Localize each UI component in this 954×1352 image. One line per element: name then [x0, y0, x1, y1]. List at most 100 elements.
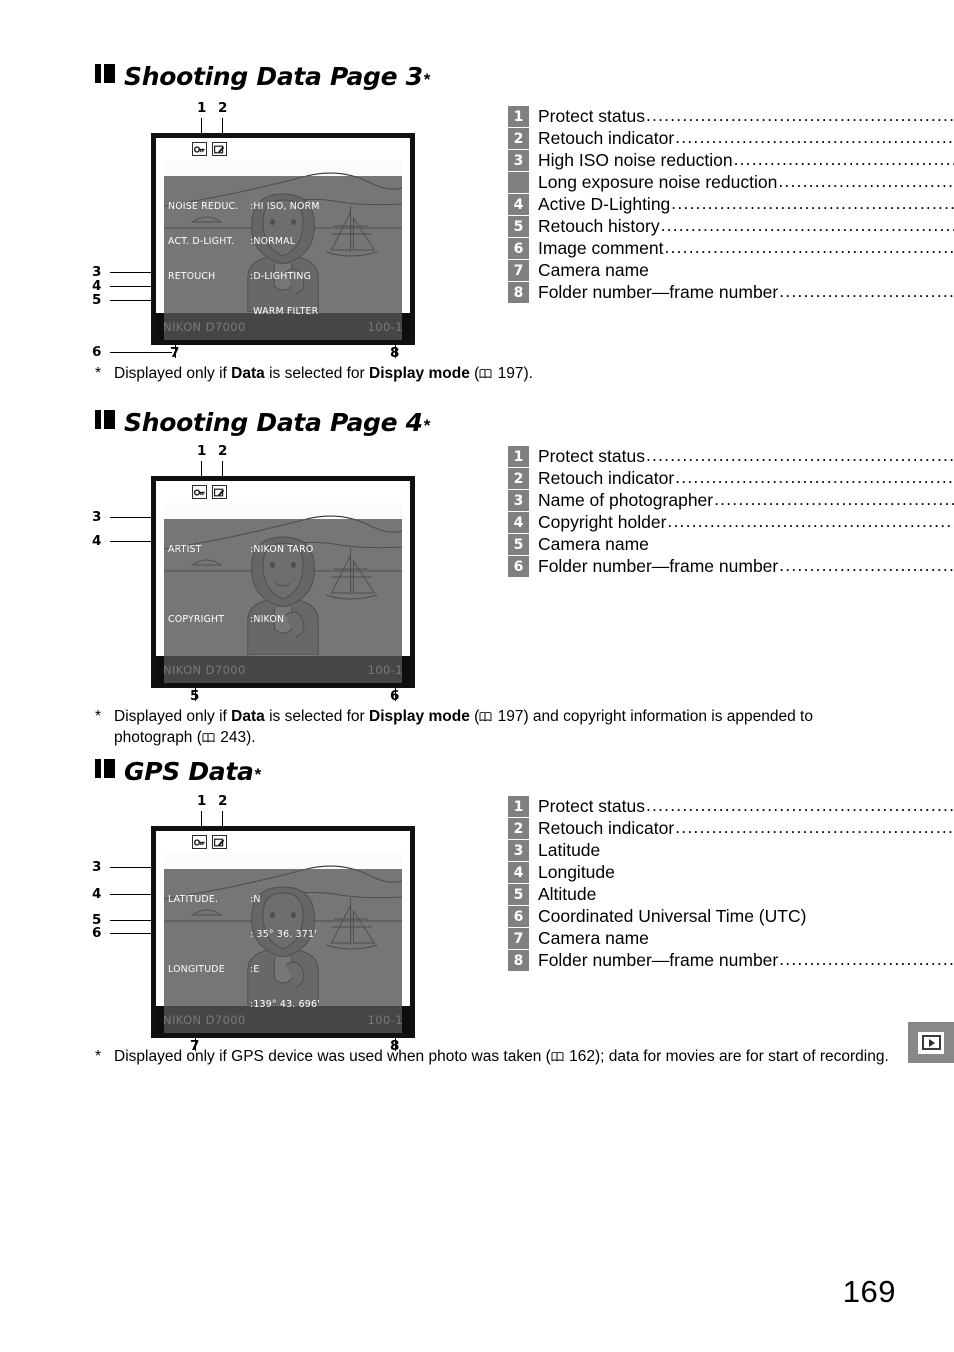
- lcd-row: NOISE REDUC.:HI ISO, NORM: [168, 201, 398, 213]
- leader-dots: ........................................…: [779, 949, 954, 969]
- legend-shooting-data-page-4: 1 Protect status.........................…: [508, 445, 954, 578]
- callout-2: 2: [218, 793, 228, 809]
- legend-label: Latitude: [538, 840, 601, 860]
- legend-row: 5 Altitude: [508, 884, 898, 905]
- lcd-row-key: LATITUDE.: [168, 894, 219, 906]
- callout-3: 3: [92, 859, 102, 875]
- legend-label: Retouch history: [538, 216, 660, 236]
- book-icon: [479, 707, 492, 722]
- book-icon: [551, 1047, 564, 1062]
- lcd-indicator-row: [192, 835, 227, 849]
- callout-2: 2: [218, 100, 228, 116]
- lcd-row-value: :NORMAL: [250, 235, 296, 247]
- callout-5: 5: [190, 688, 200, 704]
- camera-lcd-preview: LATITUDE.:N : 35° 36. 371' LONGITUDE:E :…: [151, 826, 415, 1038]
- lcd-indicator-row: [192, 142, 227, 156]
- legend-badge: 5: [508, 216, 529, 237]
- legend-row: 6 Image comment..........................…: [508, 237, 954, 259]
- leader-dots: ........................................…: [660, 215, 954, 235]
- legend-row: 6 Folder number—frame number.............…: [508, 555, 954, 577]
- legend-label: Altitude: [538, 884, 597, 904]
- legend-badge: 2: [508, 128, 529, 149]
- lcd-row: ACT. D-LIGHT. :NORMAL: [168, 236, 398, 248]
- legend-badge: 3: [508, 840, 529, 861]
- legend-label: High ISO noise reduction: [538, 150, 733, 170]
- lcd-data-overlay: NOISE REDUC.:HI ISO, NORM ACT. D-LIGHT.:…: [164, 176, 402, 340]
- section-heading: Shooting Data Page 4 *: [95, 408, 954, 437]
- lcd-row-value: :NIKON: [250, 613, 285, 625]
- lcd-row-key: NOISE REDUC.: [168, 201, 239, 213]
- playback-tab[interactable]: [908, 1022, 954, 1063]
- legend-row: 2 Retouch indicator......................…: [508, 467, 954, 489]
- leader-dots: ........................................…: [778, 171, 954, 191]
- lcd-row: COPYRIGHT:NIKON: [168, 614, 398, 626]
- legend-badge: 8: [508, 950, 529, 971]
- lcd-row: :139° 43. 696': [168, 999, 398, 1011]
- legend-label: Folder number—frame number: [538, 282, 779, 302]
- footnote-shooting-data-page-4: * Displayed only if Data is selected for…: [92, 706, 892, 748]
- lcd-row-key: [168, 929, 250, 941]
- legend-label: Camera name: [538, 260, 649, 280]
- lcd-row: LONGITUDE:E: [168, 964, 398, 976]
- legend-row: 3 Latitude: [508, 840, 898, 861]
- heading-bars-icon: [95, 64, 115, 83]
- legend-row: 8 Folder number—frame number.............…: [508, 949, 954, 971]
- legend-row: 3 Name of photographer...................…: [508, 489, 954, 511]
- retouch-icon: [212, 142, 227, 156]
- legend-label: Protect status: [538, 106, 645, 126]
- legend-label: Folder number—frame number: [538, 556, 779, 576]
- leader-dots: ........................................…: [779, 555, 954, 575]
- lcd-row-key: [168, 999, 250, 1011]
- footnote-text: Displayed only if Data is selected for D…: [114, 365, 533, 382]
- leader-dots: ........................................…: [646, 105, 954, 125]
- legend-label: Long exposure noise reduction: [538, 172, 778, 192]
- legend-badge: 4: [508, 194, 529, 215]
- lcd-data-overlay: LATITUDE.:N : 35° 36. 371' LONGITUDE:E :…: [164, 869, 402, 1033]
- legend-row: 8 Folder number—frame number.............…: [508, 281, 954, 303]
- lcd-row-value: :139° 43. 696': [250, 998, 320, 1010]
- footnote-marker: *: [95, 365, 102, 382]
- legend-row: 6 Coordinated Universal Time (UTC): [508, 906, 898, 927]
- legend-badge: 6: [508, 238, 529, 259]
- figure-shooting-data-page-3: 1 2 3 4 5 6 NOISE REDUC.:HI ISO, NORM A…: [0, 100, 470, 365]
- lcd-row: : 35° 36. 371': [168, 929, 398, 941]
- legend-badge: 2: [508, 468, 529, 489]
- callout-8: 8: [390, 345, 400, 361]
- leader-dots: ........................................…: [646, 795, 954, 815]
- legend-row: 7 Camera name: [508, 260, 898, 281]
- legend-badge: 1: [508, 796, 529, 817]
- lcd-row-value: :NIKON TARO: [250, 544, 314, 556]
- section-heading: GPS Data *: [95, 757, 954, 786]
- legend-label: Retouch indicator: [538, 468, 675, 488]
- legend-badge: 1: [508, 446, 529, 467]
- leader-dots: ........................................…: [779, 281, 954, 301]
- callout-7: 7: [170, 345, 180, 361]
- lcd-row-key: ACT. D-LIGHT.: [168, 235, 235, 247]
- camera-lcd-preview: NOISE REDUC.:HI ISO, NORM ACT. D-LIGHT.:…: [151, 133, 415, 345]
- legend-row: 2 Retouch indicator......................…: [508, 817, 954, 839]
- heading-title: Shooting Data Page 4: [124, 408, 423, 437]
- legend-row: 1 Protect status.........................…: [508, 795, 954, 817]
- leader-dots: ........................................…: [646, 445, 954, 465]
- legend-label: Camera name: [538, 928, 649, 948]
- callout-6: 6: [390, 688, 400, 704]
- legend-label: Name of photographer: [538, 490, 714, 510]
- legend-badge: 7: [508, 260, 529, 281]
- legend-gps-data: 1 Protect status.........................…: [508, 795, 954, 972]
- leader-dots: ........................................…: [667, 511, 954, 531]
- protect-key-icon: [192, 142, 207, 156]
- legend-label: Retouch indicator: [538, 818, 675, 838]
- legend-label: Retouch indicator: [538, 128, 675, 148]
- playback-icon: [918, 1031, 944, 1054]
- retouch-icon: [212, 835, 227, 849]
- callout-4: 4: [92, 533, 102, 549]
- lcd-row: RETOUCH:D-LIGHTING: [168, 271, 398, 283]
- legend-label: Copyright holder: [538, 512, 667, 532]
- legend-row: 1 Protect status.........................…: [508, 445, 954, 467]
- protect-key-icon: [192, 485, 207, 499]
- lcd-row-key: LONGITUDE: [168, 963, 225, 975]
- lcd-row-key: [168, 579, 250, 591]
- legend-row: 5 Retouch history........................…: [508, 215, 954, 237]
- section-gps-data: GPS Data *: [0, 757, 954, 786]
- callout-6: 6: [92, 344, 102, 360]
